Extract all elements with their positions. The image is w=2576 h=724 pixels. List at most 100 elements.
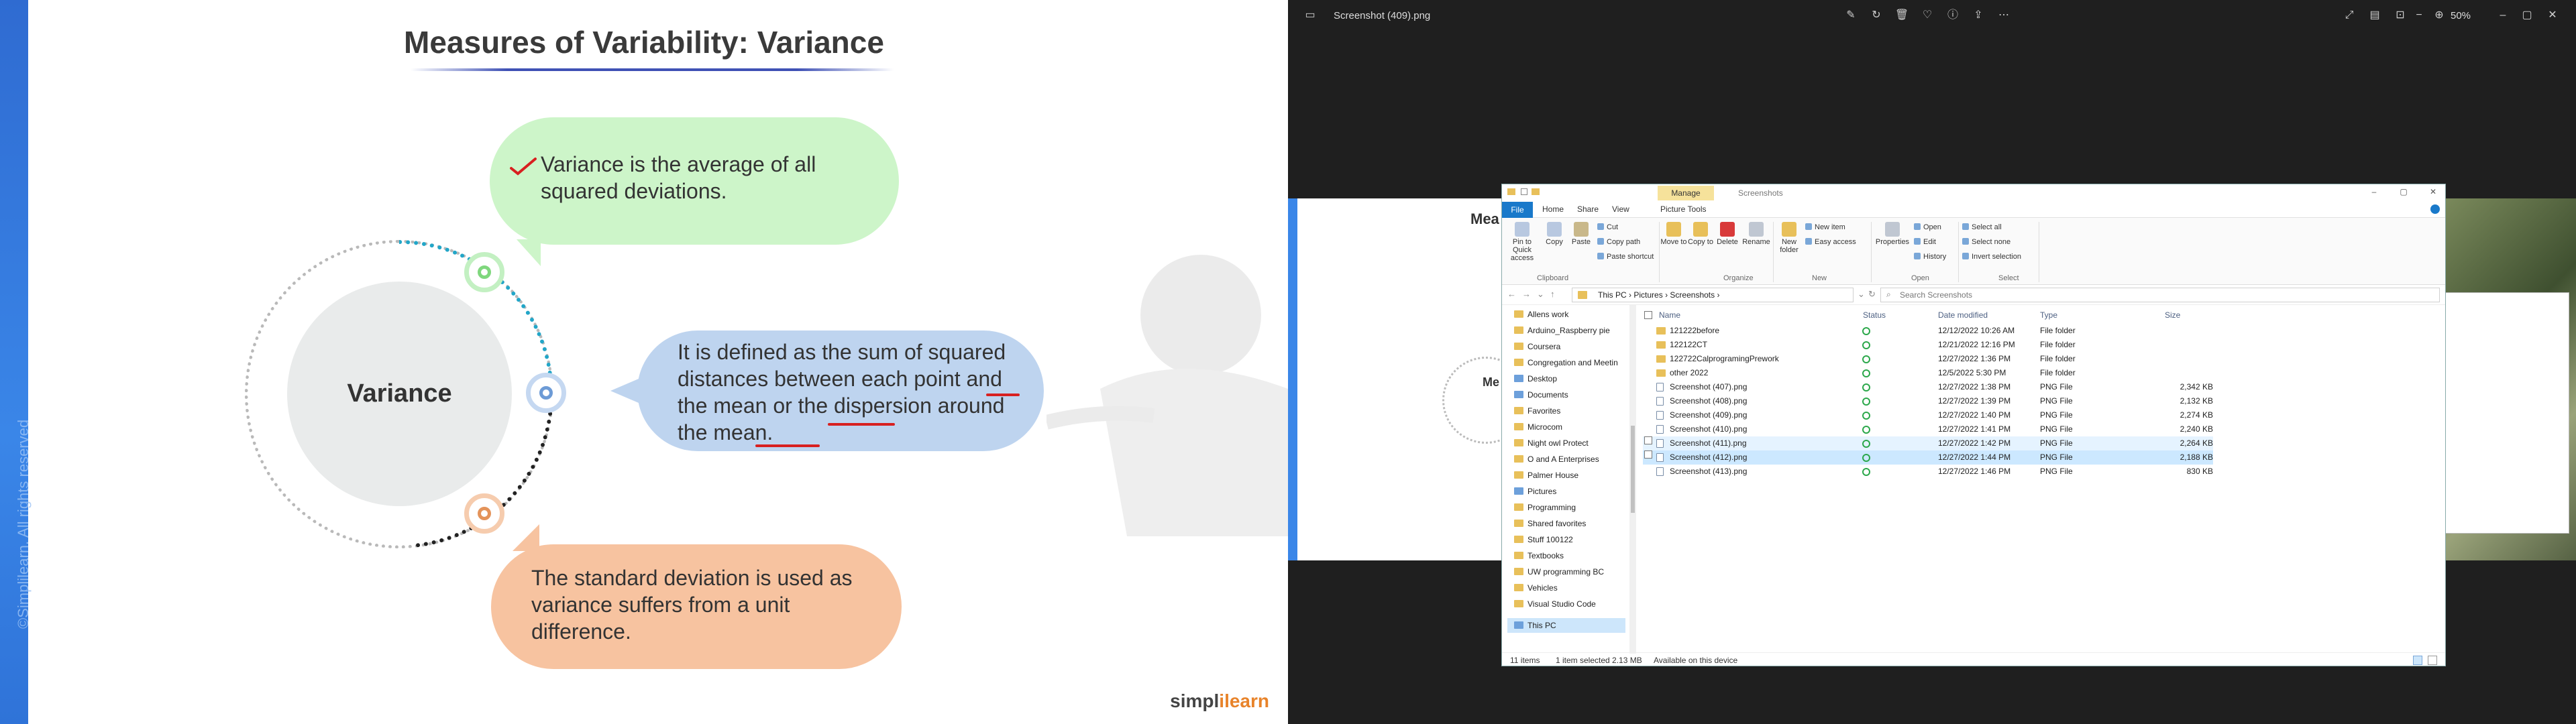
large-icons-view-icon[interactable] xyxy=(2428,656,2437,665)
pin-quick-access-button[interactable]: Pin to Quick access xyxy=(1505,222,1540,262)
info-icon[interactable]: ⓘ xyxy=(1945,8,1960,23)
invert-selection-button[interactable]: Invert selection xyxy=(1962,253,2021,261)
paste-shortcut-button[interactable]: Paste shortcut xyxy=(1597,253,1654,261)
minimize-icon[interactable]: – xyxy=(2496,8,2510,23)
list-item[interactable]: Screenshot (413).png 12/27/2022 1:46 PM PN… xyxy=(1643,465,2213,479)
list-item-selected[interactable]: Screenshot (412).png 12/27/2022 1:44 PM PN… xyxy=(1643,450,2213,465)
tab-view[interactable]: View xyxy=(1612,204,1629,214)
open-button[interactable]: Open xyxy=(1914,223,1941,231)
nav-scrollbar[interactable] xyxy=(1629,305,1636,654)
list-item[interactable]: 122122CT 12/21/2022 12:16 PM File folder xyxy=(1643,338,2213,352)
nav-item[interactable]: Arduino_Raspberry pie xyxy=(1514,322,1610,339)
list-item[interactable]: Screenshot (409).png 12/27/2022 1:40 PM PN… xyxy=(1643,408,2213,422)
nav-item[interactable]: Visual Studio Code xyxy=(1514,596,1596,612)
filmstrip-icon[interactable]: ▤ xyxy=(2367,8,2382,23)
more-options-icon[interactable]: ⋯ xyxy=(1996,8,2011,23)
nav-item-desktop[interactable]: Desktop xyxy=(1514,371,1557,387)
tab-home[interactable]: Home xyxy=(1542,204,1564,214)
edit-image-icon[interactable]: ✎ xyxy=(1843,8,1858,23)
nav-item[interactable]: Favorites xyxy=(1514,403,1560,419)
gallery-icon[interactable]: ▭ xyxy=(1303,8,1318,23)
column-header-status[interactable]: Status xyxy=(1863,308,1886,322)
nav-item[interactable]: Microcom xyxy=(1514,419,1562,435)
cut-button[interactable]: Cut xyxy=(1597,223,1618,231)
nav-item[interactable]: Night owl Protect xyxy=(1514,435,1589,451)
zoom-out-icon[interactable]: − xyxy=(2412,8,2426,23)
nav-item-documents[interactable]: Documents xyxy=(1514,387,1568,403)
column-header-date[interactable]: Date modified xyxy=(1938,308,1988,322)
maximize-icon[interactable]: ▢ xyxy=(2397,187,2410,196)
row-checkbox[interactable] xyxy=(1644,436,1652,444)
rotate-icon[interactable]: ↻ xyxy=(1869,8,1884,23)
nav-item[interactable]: Palmer House xyxy=(1514,467,1578,483)
nav-item[interactable]: Shared favorites xyxy=(1514,516,1586,532)
list-item[interactable]: 122722CalprogramingPrework 12/27/2022 1:3… xyxy=(1643,352,2213,366)
select-all-button[interactable]: Select all xyxy=(1962,223,2002,231)
recent-chevron-icon[interactable]: ⌄ xyxy=(1537,289,1544,300)
list-item[interactable]: Screenshot (407).png 12/27/2022 1:38 PM PN… xyxy=(1643,380,2213,394)
column-header-size[interactable]: Size xyxy=(2165,308,2180,322)
scroll-thumb[interactable] xyxy=(1631,426,1635,513)
rename-button[interactable]: Rename xyxy=(1741,222,1772,246)
address-bar[interactable]: This PC › Pictures › Screenshots › xyxy=(1572,288,1854,302)
list-item[interactable]: Screenshot (408).png 12/27/2022 1:39 PM PN… xyxy=(1643,394,2213,408)
nav-item[interactable]: Allens work xyxy=(1514,306,1568,322)
nav-item[interactable]: UW programming BC xyxy=(1514,564,1604,580)
nav-item[interactable]: Programming xyxy=(1514,499,1576,516)
easy-access-button[interactable]: Easy access xyxy=(1805,238,1856,246)
column-header-name[interactable]: Name xyxy=(1659,308,1680,322)
nav-item[interactable]: Coursera xyxy=(1514,339,1560,355)
delete-button[interactable]: Delete xyxy=(1714,222,1741,246)
delete-icon[interactable]: 🗑 xyxy=(1894,8,1909,23)
new-folder-button[interactable]: New folder xyxy=(1776,222,1803,254)
copy-button[interactable]: Copy xyxy=(1541,222,1568,246)
close-icon[interactable]: ✕ xyxy=(2545,8,2560,23)
favorite-icon[interactable]: ♡ xyxy=(1920,8,1935,23)
nav-item-this-pc[interactable]: This PC xyxy=(1514,617,1556,634)
move-to-button[interactable]: Move to xyxy=(1660,222,1687,246)
column-header-type[interactable]: Type xyxy=(2040,308,2057,322)
nav-item[interactable]: Congregation and Meetin xyxy=(1514,355,1618,371)
tab-manage[interactable]: Manage xyxy=(1658,186,1714,200)
select-none-button[interactable]: Select none xyxy=(1962,238,2010,246)
edit-button[interactable]: Edit xyxy=(1914,238,1936,246)
minimize-icon[interactable]: – xyxy=(2367,187,2381,196)
list-item[interactable]: Screenshot (411).png 12/27/2022 1:42 PM PN… xyxy=(1643,436,2213,450)
share-icon[interactable]: ⇪ xyxy=(1971,8,1986,23)
breadcrumb-pictures[interactable]: Pictures xyxy=(1633,290,1662,300)
select-all-checkbox[interactable] xyxy=(1644,311,1652,319)
paste-button[interactable]: Paste xyxy=(1568,222,1595,246)
tab-share[interactable]: Share xyxy=(1577,204,1599,214)
tab-picture-tools[interactable]: Picture Tools xyxy=(1660,204,1706,214)
help-icon[interactable] xyxy=(2430,204,2440,214)
breadcrumb-this-pc[interactable]: This PC xyxy=(1598,290,1627,300)
copy-to-button[interactable]: Copy to xyxy=(1687,222,1714,246)
history-button[interactable]: History xyxy=(1914,253,1946,261)
details-view-icon[interactable] xyxy=(2413,656,2422,665)
refresh-icon[interactable]: ↻ xyxy=(1868,289,1876,300)
row-checkbox[interactable] xyxy=(1644,450,1652,459)
search-input[interactable]: ⌕ Search Screenshots xyxy=(1880,288,2440,302)
properties-quick-icon[interactable] xyxy=(1521,188,1527,195)
list-item[interactable]: 121222before 12/12/2022 10:26 AM File fold… xyxy=(1643,324,2213,338)
up-arrow-icon[interactable]: ↑ xyxy=(1550,289,1555,299)
back-arrow-icon[interactable]: ← xyxy=(1507,289,1516,299)
nav-item[interactable]: Vehicles xyxy=(1514,580,1558,596)
forward-arrow-icon[interactable]: → xyxy=(1522,289,1531,299)
new-item-button[interactable]: New item xyxy=(1805,223,1845,231)
zoom-in-icon[interactable]: ⊕ xyxy=(2432,8,2447,23)
breadcrumb-screenshots[interactable]: Screenshots xyxy=(1670,290,1715,300)
fullscreen-icon[interactable]: ⤢ xyxy=(2342,8,2357,23)
nav-item[interactable]: O and A Enterprises xyxy=(1514,451,1599,467)
list-item[interactable]: other 2022 12/5/2022 5:30 PM File folder xyxy=(1643,366,2213,380)
close-icon[interactable]: ✕ xyxy=(2426,187,2440,196)
nav-item[interactable]: Textbooks xyxy=(1514,548,1564,564)
list-item[interactable]: Screenshot (410).png 12/27/2022 1:41 PM PN… xyxy=(1643,422,2213,436)
maximize-icon[interactable]: ▢ xyxy=(2520,8,2534,23)
new-folder-quick-icon[interactable] xyxy=(1532,188,1540,195)
fit-window-icon[interactable]: ⊡ xyxy=(2393,8,2408,23)
properties-button[interactable]: Properties xyxy=(1874,222,1911,246)
nav-item-pictures[interactable]: Pictures xyxy=(1514,483,1556,499)
nav-item[interactable]: Stuff 100122 xyxy=(1514,532,1573,548)
tab-file[interactable]: File xyxy=(1502,202,1533,218)
